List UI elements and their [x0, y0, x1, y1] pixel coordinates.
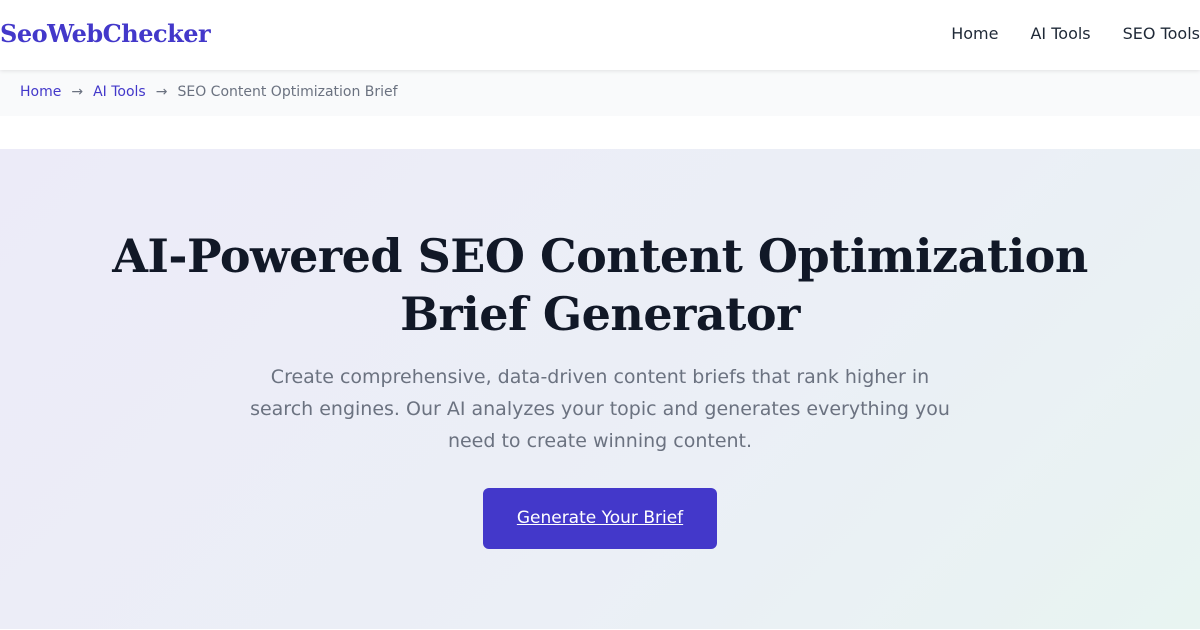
breadcrumb: Home → AI Tools → SEO Content Optimizati…	[0, 70, 1200, 116]
breadcrumb-current-page: SEO Content Optimization Brief	[177, 84, 398, 100]
site-logo[interactable]: SeoWebChecker	[0, 19, 211, 48]
hero-description: Create comprehensive, data-driven conten…	[250, 366, 950, 452]
nav-link-home[interactable]: Home	[951, 24, 998, 43]
nav-link-ai-tools[interactable]: AI Tools	[1030, 24, 1090, 43]
page-title: AI-Powered SEO Content Optimization Brie…	[112, 229, 1088, 341]
breadcrumb-separator-icon: →	[155, 84, 168, 100]
breadcrumb-home-link[interactable]: Home	[20, 84, 61, 116]
site-header: SeoWebChecker Home AI Tools SEO Tools	[0, 0, 1200, 70]
breadcrumb-separator-icon: →	[71, 84, 84, 100]
generate-brief-button[interactable]: Generate Your Brief	[483, 488, 717, 549]
hero-section: AI-Powered SEO Content Optimization Brie…	[0, 149, 1200, 629]
main-nav: Home AI Tools SEO Tools	[951, 24, 1200, 43]
breadcrumb-ai-tools-link[interactable]: AI Tools	[93, 84, 146, 116]
nav-link-seo-tools[interactable]: SEO Tools	[1123, 24, 1200, 43]
